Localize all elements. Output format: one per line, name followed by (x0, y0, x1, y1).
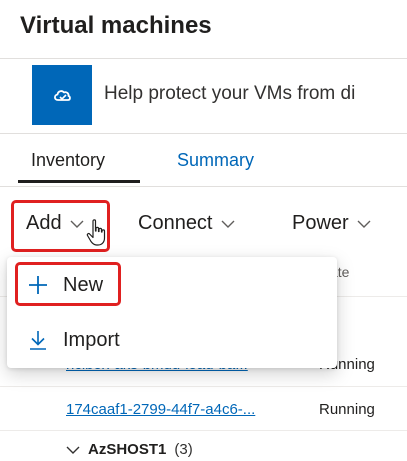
chevron-down-icon (357, 220, 371, 228)
banner-text: Help protect your VMs from di (104, 83, 356, 104)
page-title: Virtual machines (20, 12, 212, 39)
divider (0, 386, 407, 387)
tab-inventory[interactable]: Inventory (31, 150, 105, 181)
hand-cursor-icon (86, 219, 106, 246)
protection-banner: Help protect your VMs from di (0, 58, 407, 134)
power-label: Power (292, 212, 349, 234)
group-name: AzSHOST1 (88, 441, 167, 458)
chevron-down-icon (66, 446, 80, 454)
power-button[interactable]: Power (292, 212, 371, 235)
connect-button[interactable]: Connect (138, 212, 235, 235)
menu-item-import[interactable]: Import (7, 315, 337, 365)
divider (0, 186, 407, 187)
tab-summary[interactable]: Summary (177, 150, 254, 181)
divider (0, 430, 407, 431)
tab-bar: Inventory Summary (0, 138, 407, 186)
host-group-row[interactable]: AzSHOST1 (3) (66, 441, 193, 458)
group-count: (3) (174, 441, 193, 458)
vm-name-link[interactable]: 174caaf1-2799-44f7-a4c6-... (66, 401, 255, 418)
download-icon (30, 331, 46, 350)
chevron-down-icon (221, 220, 234, 228)
active-tab-indicator (18, 180, 140, 183)
connect-label: Connect (138, 212, 213, 234)
shield-cloud-icon (32, 65, 92, 125)
vm-state: Running (319, 401, 375, 418)
menu-item-label: Import (63, 328, 120, 351)
new-highlight-box (15, 262, 121, 306)
